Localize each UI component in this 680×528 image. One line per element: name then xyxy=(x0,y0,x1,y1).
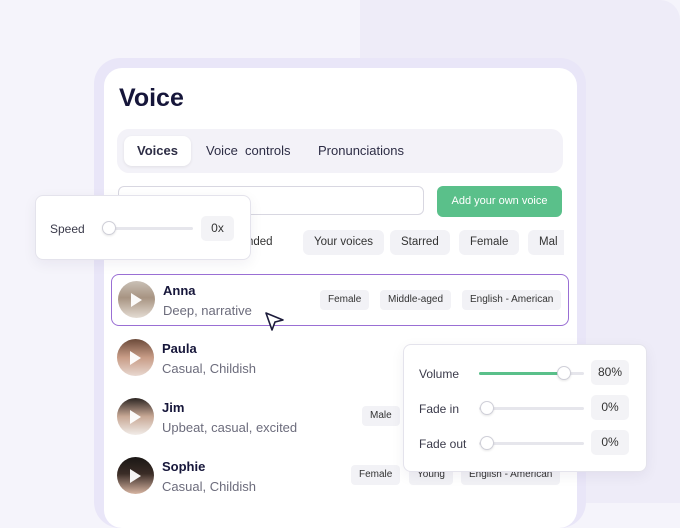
fade-in-value[interactable]: 0% xyxy=(591,395,629,420)
voice-tag: Female xyxy=(351,465,401,485)
volume-value[interactable]: 80% xyxy=(591,360,629,385)
fade-in-label: Fade in xyxy=(419,402,460,416)
audio-settings-popup: Volume 80% Fade in 0% Fade out 0% xyxy=(403,344,647,472)
play-icon[interactable] xyxy=(130,469,141,483)
speed-popup: Speed 0x xyxy=(35,195,251,260)
cursor-arrow-icon xyxy=(265,312,284,331)
voice-name: Paula xyxy=(162,341,197,356)
fade-in-slider[interactable] xyxy=(479,407,584,410)
voice-name: Anna xyxy=(163,283,196,298)
speed-value[interactable]: 0x xyxy=(201,216,234,241)
volume-slider-knob[interactable] xyxy=(557,366,571,380)
speed-slider[interactable] xyxy=(108,227,193,230)
tab-pronunciations[interactable]: Pronunciations xyxy=(305,136,417,166)
fade-out-label: Fade out xyxy=(419,437,467,451)
filter-chip-starred[interactable]: Starred xyxy=(390,230,450,255)
avatar xyxy=(117,339,154,376)
volume-label: Volume xyxy=(419,367,460,381)
tab-voices[interactable]: Voices xyxy=(124,136,191,166)
filter-chip-female[interactable]: Female xyxy=(459,230,520,255)
voice-name: Sophie xyxy=(162,459,206,474)
voice-tag: Female xyxy=(320,290,370,310)
fade-in-slider-knob[interactable] xyxy=(480,401,494,415)
avatar xyxy=(117,457,154,494)
fade-out-value[interactable]: 0% xyxy=(591,430,629,455)
voice-tag: English - American xyxy=(462,290,562,310)
tab-bar: Voices Voice controls Pronunciations xyxy=(117,129,563,173)
page-title: Voice xyxy=(119,84,184,112)
filter-chip-your-voices[interactable]: Your voices xyxy=(303,230,385,255)
avatar xyxy=(118,281,155,318)
fade-out-slider-knob[interactable] xyxy=(480,436,494,450)
voice-row-anna[interactable]: Anna Deep, narrative Female Middle-aged … xyxy=(111,274,569,326)
voice-description: Casual, Childish xyxy=(162,479,256,494)
play-icon[interactable] xyxy=(131,293,142,307)
speed-slider-knob[interactable] xyxy=(102,221,116,235)
volume-slider-fill xyxy=(479,372,563,375)
fade-out-slider[interactable] xyxy=(479,442,584,445)
add-voice-button[interactable]: Add your own voice xyxy=(437,186,562,217)
voice-tag: Male xyxy=(362,406,400,426)
play-icon[interactable] xyxy=(130,351,141,365)
play-icon[interactable] xyxy=(130,410,141,424)
speed-label: Speed xyxy=(50,222,85,236)
filter-chip-male[interactable]: Mal xyxy=(528,230,564,255)
voice-description: Upbeat, casual, excited xyxy=(162,420,298,435)
tab-voice-controls[interactable]: Voice controls xyxy=(193,136,304,166)
voice-tag: Middle-aged xyxy=(380,290,452,310)
voice-description: Deep, narrative xyxy=(163,303,252,318)
avatar xyxy=(117,398,154,435)
voice-description: Casual, Childish xyxy=(162,361,256,376)
voice-name: Jim xyxy=(162,400,185,415)
